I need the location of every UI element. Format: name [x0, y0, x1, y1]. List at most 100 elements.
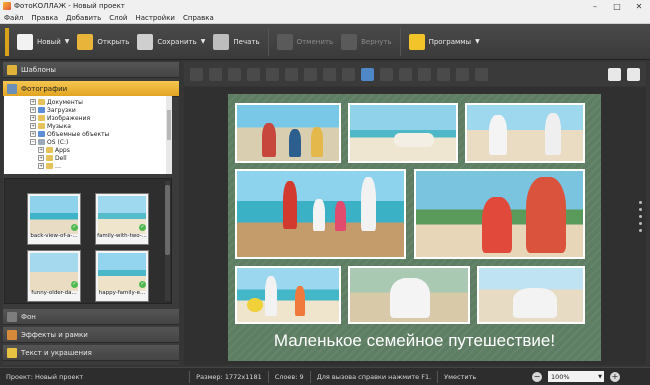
section-text[interactable]: Текст и украшения	[3, 345, 179, 361]
programs-button[interactable]: Программы ▼	[405, 28, 484, 56]
properties-icon[interactable]	[475, 67, 488, 81]
rotate-left-icon[interactable]	[285, 67, 298, 81]
expand-icon[interactable]: +	[38, 155, 44, 161]
print-button[interactable]: Печать	[209, 28, 263, 56]
save-button[interactable]: Сохранить ▼	[133, 28, 209, 56]
collage-photo[interactable]	[477, 266, 585, 324]
collage-poster[interactable]: Маленькое семейное путешествие!	[228, 94, 601, 361]
expand-icon[interactable]: +	[30, 99, 36, 105]
person-figure	[247, 298, 263, 312]
collage-photo[interactable]	[414, 169, 585, 259]
tree-item[interactable]: + Dell	[38, 154, 67, 162]
section-background[interactable]: Фон	[3, 309, 179, 325]
page-settings-icon[interactable]	[627, 67, 640, 81]
collage-photo[interactable]	[348, 103, 458, 163]
layer-back-icon[interactable]	[247, 67, 260, 81]
new-button[interactable]: Новый ▼	[13, 28, 73, 56]
expand-icon[interactable]: +	[38, 147, 44, 153]
menu-help[interactable]: Справка	[183, 14, 214, 22]
menu-settings[interactable]: Настройки	[135, 14, 175, 22]
section-photos[interactable]: Фотографии	[3, 81, 179, 97]
scroll-thumb[interactable]	[165, 185, 170, 255]
zoom-in-button[interactable]: +	[610, 371, 620, 382]
photo-thumbnails: ✓ back-view-of-a-... ✓ family-with-two-.…	[4, 178, 172, 304]
tree-item[interactable]: + Документы	[30, 98, 83, 106]
collage-photo[interactable]	[465, 103, 585, 163]
person-figure	[489, 115, 507, 155]
layer-forward-icon[interactable]	[209, 67, 222, 81]
undo-button[interactable]: Отменить	[273, 28, 338, 56]
zoom-select[interactable]: 100% ▼	[548, 371, 604, 382]
section-templates[interactable]: Шаблоны	[3, 62, 179, 78]
cut-icon[interactable]	[380, 67, 393, 81]
collage-photo[interactable]	[235, 169, 406, 259]
status-project-label: Проект:	[6, 372, 33, 381]
menu-edit[interactable]: Правка	[31, 14, 58, 22]
tree-item[interactable]: + Изображения	[30, 114, 90, 122]
crop-icon[interactable]	[399, 67, 412, 81]
menu-add[interactable]: Добавить	[66, 14, 101, 22]
thumbnails-scrollbar[interactable]	[165, 181, 170, 301]
fit-button[interactable]: Уместить	[438, 373, 482, 381]
collage-photo[interactable]	[235, 266, 341, 324]
open-button-label: Открыть	[97, 37, 130, 46]
status-project-value: Новый проект	[34, 372, 84, 381]
page-add-icon[interactable]	[608, 67, 621, 81]
background-icon	[7, 311, 17, 322]
expand-icon[interactable]: +	[30, 131, 36, 137]
gear-icon[interactable]	[456, 67, 469, 81]
scroll-thumb[interactable]	[167, 110, 171, 140]
minimize-icon[interactable]: –	[584, 0, 606, 12]
chevron-down-icon[interactable]: ▼	[201, 38, 206, 45]
section-effects[interactable]: Эффекты и рамки	[3, 327, 179, 343]
tree-item[interactable]: + Загрузки	[30, 106, 76, 114]
photo-icon	[7, 83, 17, 94]
collapse-icon[interactable]: −	[30, 139, 36, 145]
folder-icon	[77, 33, 94, 50]
menu-file[interactable]: Файл	[4, 14, 23, 22]
tree-scrollbar[interactable]	[166, 96, 172, 174]
download-folder-icon	[38, 107, 45, 113]
expand-icon[interactable]: +	[30, 115, 36, 121]
edit-icon[interactable]	[437, 67, 450, 81]
layer-backward-icon[interactable]	[228, 67, 241, 81]
person-figure	[335, 201, 346, 231]
photo-thumbnail[interactable]: ✓ back-view-of-a-...	[27, 193, 81, 245]
flip-vertical-icon[interactable]	[342, 67, 355, 81]
grid-icon[interactable]	[361, 67, 374, 81]
poster-caption[interactable]: Маленькое семейное путешествие!	[228, 331, 601, 351]
collage-photo[interactable]	[348, 266, 470, 324]
rotate-right-icon[interactable]	[304, 67, 317, 81]
redo-button[interactable]: Вернуть	[337, 28, 395, 56]
maximize-icon[interactable]: □	[606, 0, 628, 12]
photo-thumbnail[interactable]: ✓ family-with-two-...	[95, 193, 149, 245]
close-icon[interactable]: ✕	[628, 0, 650, 12]
flip-horizontal-icon[interactable]	[323, 67, 336, 81]
tree-item[interactable]: + Объемные объекты	[30, 130, 109, 138]
expand-icon[interactable]: +	[30, 123, 36, 129]
tree-item[interactable]: + Музыка	[30, 122, 71, 130]
chevron-down-icon[interactable]: ▼	[475, 38, 480, 45]
expand-icon[interactable]: +	[38, 163, 44, 169]
delete-icon[interactable]	[418, 67, 431, 81]
photo-thumbnail[interactable]: ✓ funny-older-da...	[27, 250, 81, 302]
menu-bar: Файл Правка Добавить Слой Настройки Спра…	[0, 12, 650, 24]
chevron-down-icon[interactable]: ▼	[65, 38, 70, 45]
expand-icon[interactable]: +	[30, 107, 36, 113]
panel-handle[interactable]	[639, 201, 643, 236]
photo-thumbnail[interactable]: ✓ happy-family-e...	[95, 250, 149, 302]
collage-photo[interactable]	[235, 103, 341, 163]
status-size: Размер: 1772x1181	[190, 373, 268, 381]
tree-item[interactable]: − OS (C:)	[30, 138, 68, 146]
check-icon: ✓	[139, 281, 146, 288]
tree-item-label: Изображения	[47, 114, 91, 122]
main-toolbar: Новый ▼ Открыть Сохранить ▼ Печать Отмен…	[0, 24, 650, 60]
open-button[interactable]: Открыть	[73, 28, 133, 56]
align-icon[interactable]	[266, 67, 279, 81]
tree-item[interactable]: + Apps	[38, 146, 70, 154]
menu-layer[interactable]: Слой	[109, 14, 127, 22]
thumbnail-caption: funny-older-da...	[31, 290, 77, 296]
layer-front-icon[interactable]	[190, 67, 203, 81]
tree-item[interactable]: +…	[38, 162, 61, 170]
zoom-out-button[interactable]: −	[532, 371, 542, 382]
